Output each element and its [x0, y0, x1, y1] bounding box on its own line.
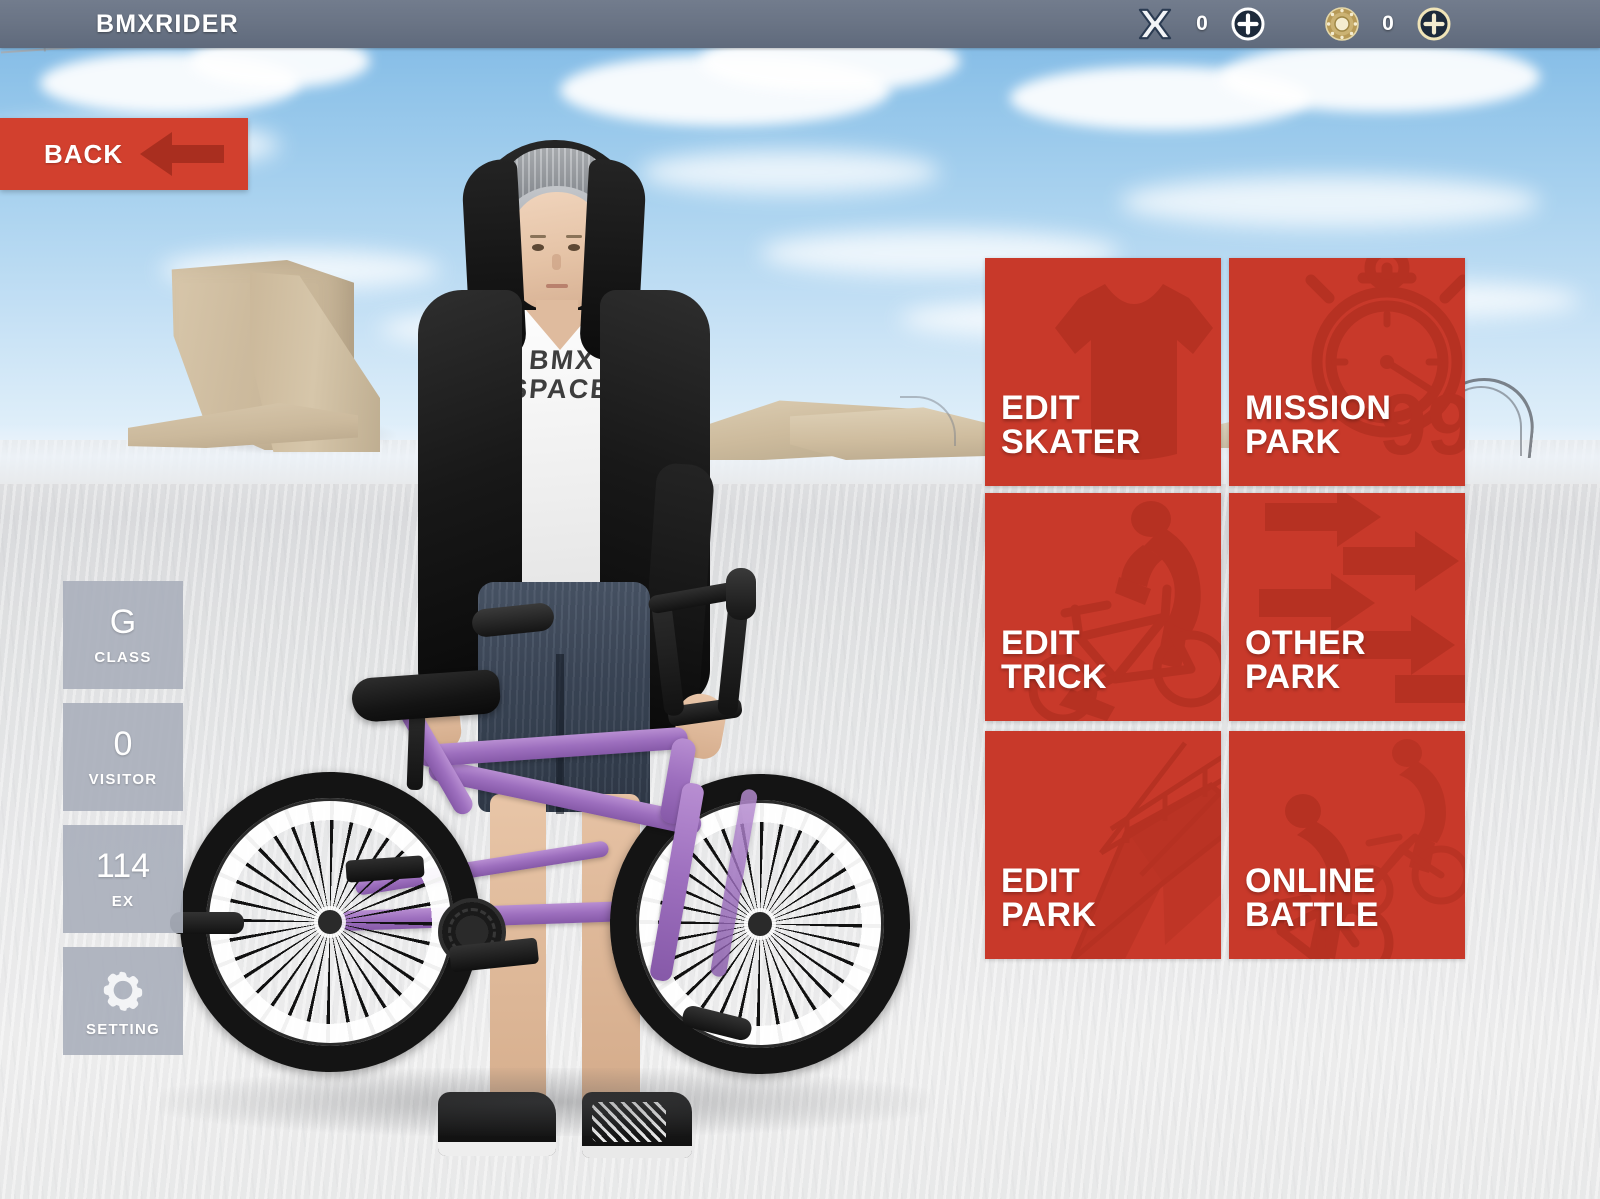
menu-label-online-battle: ONLINE BATTLE	[1245, 861, 1379, 935]
top-bar: BMXRIDER 0 0	[0, 0, 1600, 48]
menu-cell-other-park: OTHER PARK	[1229, 493, 1465, 731]
currency-x-token: 0	[1136, 6, 1266, 42]
gear-icon	[100, 965, 146, 1011]
back-button[interactable]: BACK	[0, 118, 248, 190]
left-arrow-icon	[136, 128, 228, 180]
cloud	[1220, 42, 1540, 112]
menu-button-mission-park[interactable]: 999 MISSION PARK	[1229, 258, 1465, 486]
mouth	[546, 284, 568, 288]
menu-button-edit-park[interactable]: EDIT PARK	[985, 731, 1221, 959]
stat-class: G CLASS	[63, 581, 183, 689]
bike-shadow	[160, 1068, 930, 1136]
setting-label: SETTING	[85, 1020, 161, 1038]
eye-right	[568, 244, 580, 251]
setting-button[interactable]: SETTING	[63, 947, 183, 1055]
handlebar-riser-left	[651, 601, 685, 717]
menu-label-other-park: OTHER PARK	[1245, 623, 1366, 697]
stat-ex-value: 114	[95, 846, 151, 885]
eye-left	[532, 244, 544, 251]
menu-button-other-park[interactable]: OTHER PARK	[1229, 493, 1465, 721]
nose	[552, 254, 561, 270]
seatpost	[406, 709, 426, 791]
stat-ex: 114 EX	[63, 825, 183, 933]
app-title: BMXRIDER	[96, 9, 239, 38]
stat-class-label: CLASS	[94, 648, 152, 666]
x-token-value: 0	[1196, 12, 1208, 35]
stat-visitor-label: VISITOR	[88, 770, 158, 788]
menu-cell-edit-park: EDIT PARK	[985, 731, 1229, 965]
currency-gold-coin: 0	[1324, 6, 1452, 42]
back-button-label: BACK	[44, 138, 124, 169]
stats-sidebar: G CLASS 0 VISITOR 114 EX SETTING	[63, 581, 183, 1069]
gold-coin-icon	[1324, 6, 1360, 42]
rear-hub	[318, 910, 342, 934]
menu-button-edit-trick[interactable]: EDIT TRICK	[985, 493, 1221, 721]
cloud	[1120, 176, 1540, 228]
front-hub	[748, 912, 772, 936]
stat-ex-label: EX	[111, 892, 135, 910]
menu-label-mission-park: MISSION PARK	[1245, 388, 1392, 462]
menu-label-edit-trick: EDIT TRICK	[1001, 623, 1107, 697]
saddle	[350, 668, 502, 724]
plus-circle-icon[interactable]	[1230, 6, 1266, 42]
menu-cell-online-battle: ONLINE BATTLE	[1229, 731, 1465, 965]
grip-right	[726, 568, 756, 620]
stat-visitor-value: 0	[113, 724, 133, 763]
menu-cell-mission-park: 999 MISSION PARK	[1229, 258, 1465, 493]
main-menu-grid: EDIT SKATER 99 MISSION PARK EDIT TRICK O…	[985, 258, 1465, 965]
menu-button-edit-skater[interactable]: EDIT SKATER	[985, 258, 1221, 486]
game-screen: BMX SPACE BMXRIDER 0 0 BACK G CLASS 0 VI…	[0, 0, 1600, 1199]
currency-tray: 0 0	[1078, 6, 1600, 42]
plus-circle-icon[interactable]	[1416, 6, 1452, 42]
frame-toptube	[417, 726, 689, 768]
menu-cell-edit-trick: EDIT TRICK	[985, 493, 1229, 731]
svg-text:999: 999	[1379, 377, 1465, 473]
bmx-bike	[160, 560, 960, 1160]
grip-left	[470, 601, 556, 639]
stat-class-value: G	[109, 602, 137, 641]
stat-visitor: 0 VISITOR	[63, 703, 183, 811]
menu-label-edit-skater: EDIT SKATER	[1001, 388, 1141, 462]
x-token-icon	[1136, 7, 1174, 41]
menu-button-online-battle[interactable]: ONLINE BATTLE	[1229, 731, 1465, 959]
gold-coin-value: 0	[1382, 12, 1394, 35]
menu-label-edit-park: EDIT PARK	[1001, 861, 1097, 935]
eyebrow-left	[530, 235, 546, 238]
menu-cell-edit-skater: EDIT SKATER	[985, 258, 1229, 493]
eyebrow-right	[566, 235, 582, 238]
